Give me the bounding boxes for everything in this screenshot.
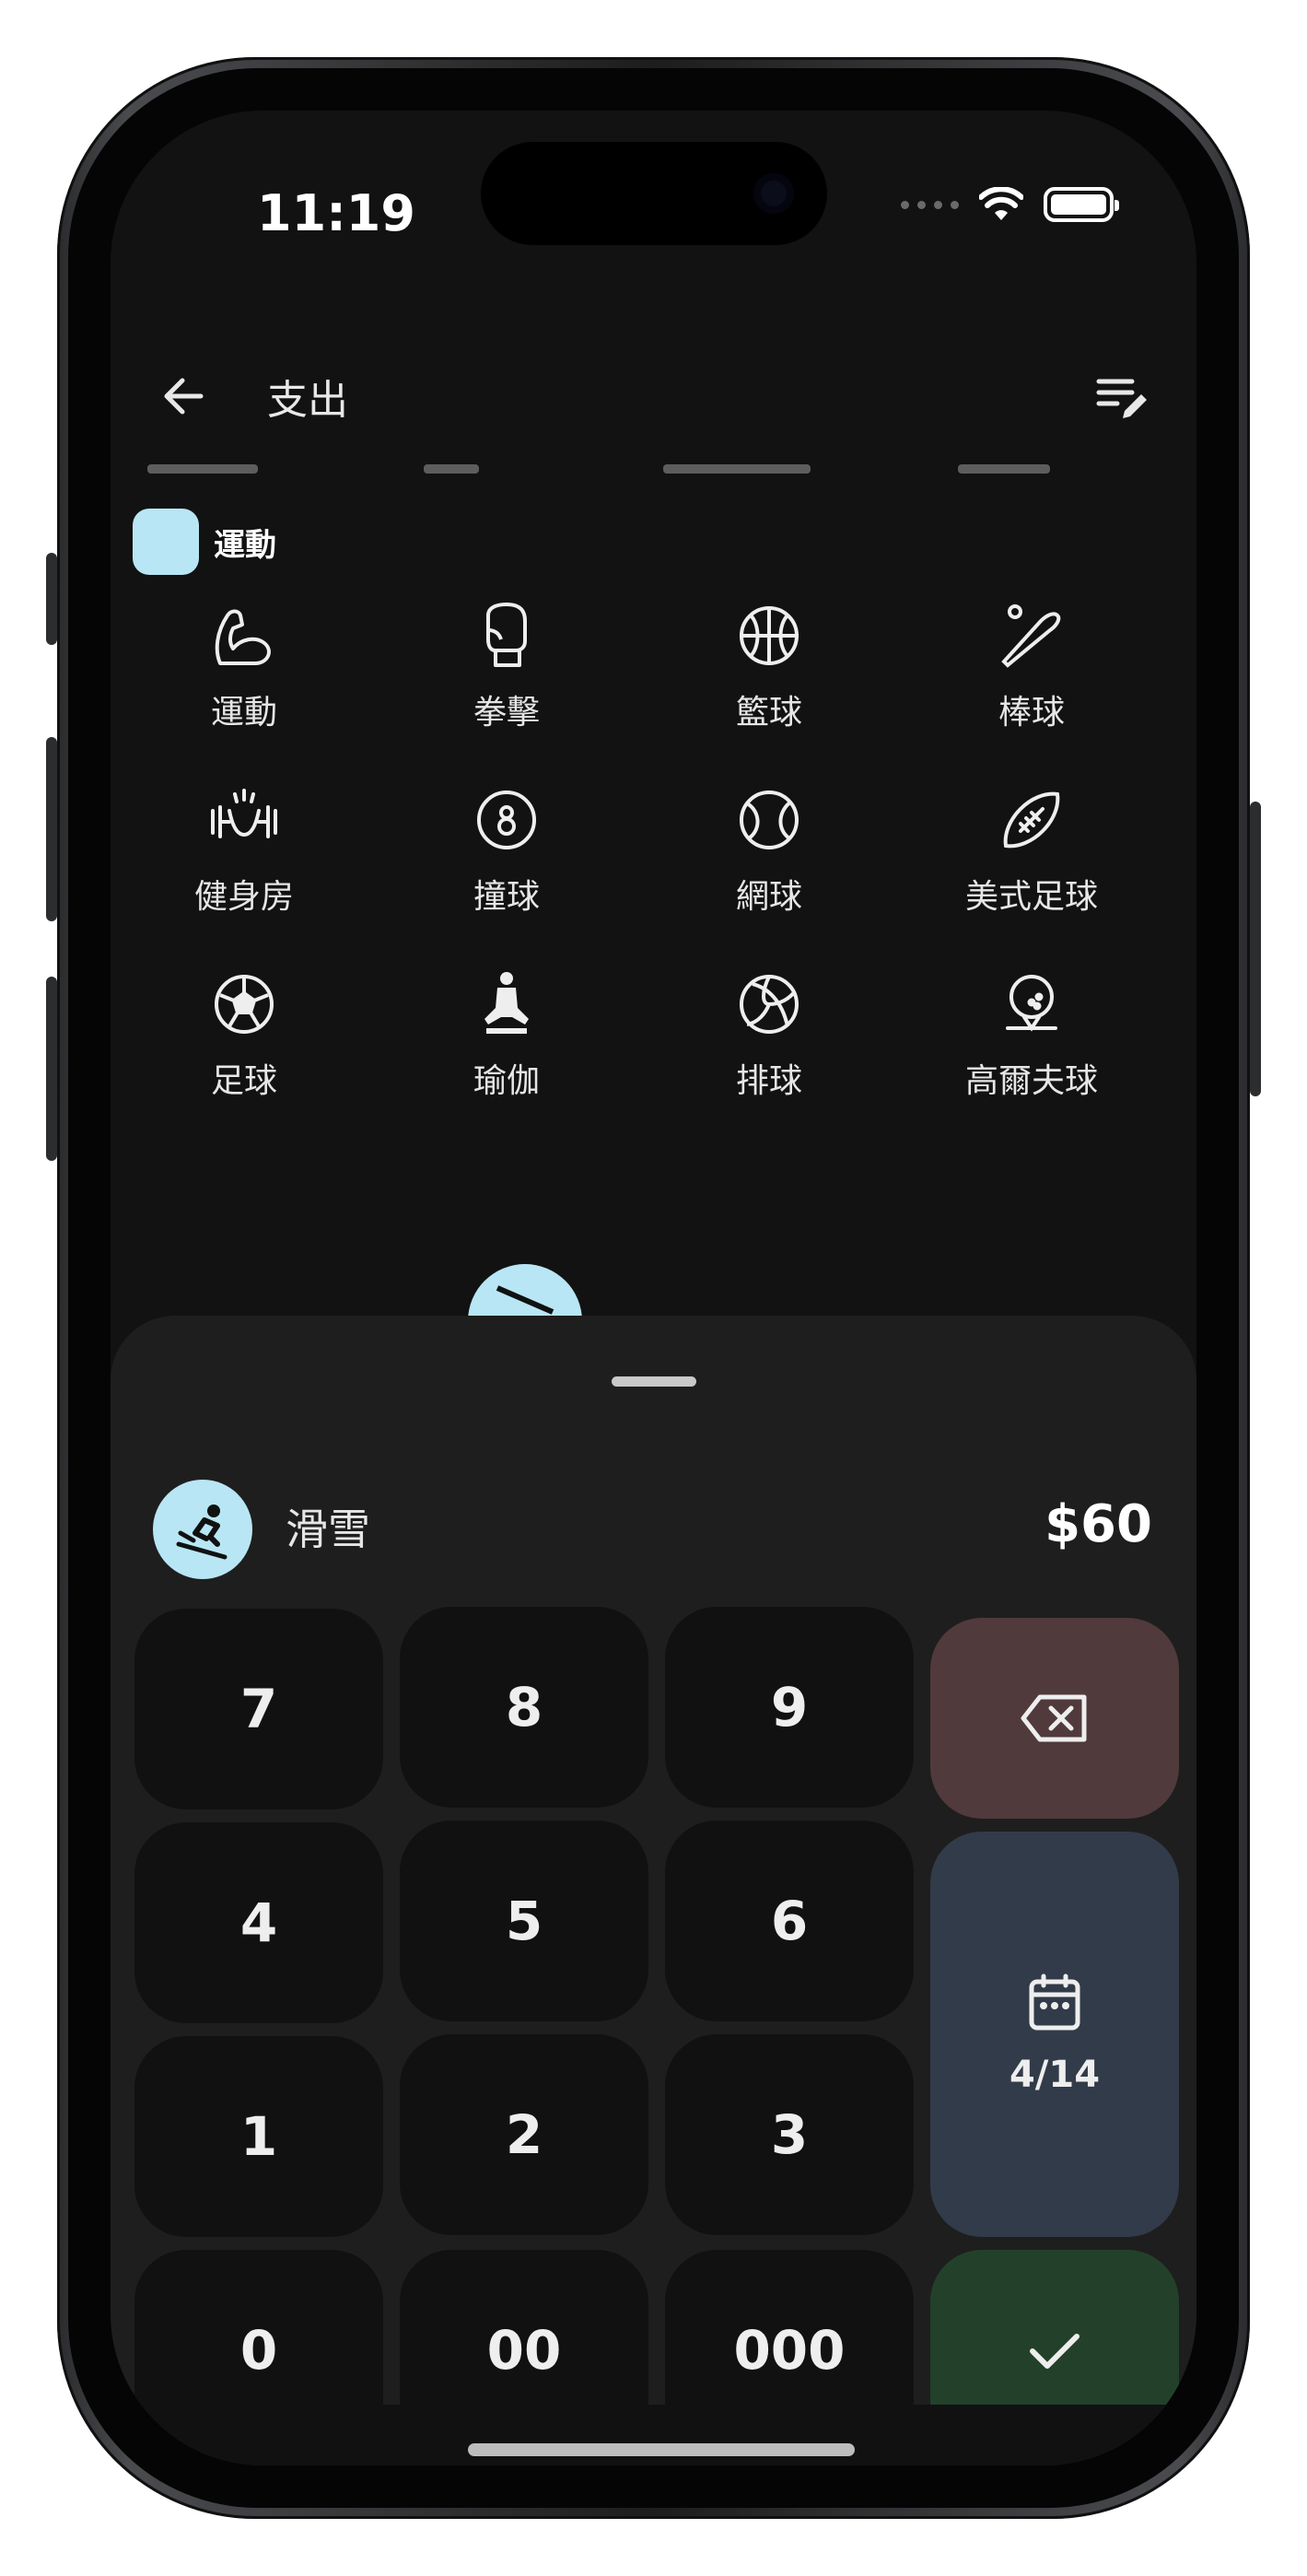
american-football-icon — [1003, 791, 1060, 849]
subcategory-item[interactable]: 棒球 — [898, 599, 1165, 733]
back-arrow-icon[interactable] — [157, 369, 212, 424]
checkmark-icon — [1030, 2334, 1079, 2369]
soccer-ball-icon — [215, 975, 274, 1034]
subcategory-label: 拳擊 — [473, 694, 540, 732]
selected-indicator — [468, 1264, 582, 1321]
subcategory-label: 撞球 — [473, 878, 540, 916]
key-3[interactable]: 3 — [665, 2034, 914, 2235]
page-title: 支出 — [267, 377, 348, 424]
battery-icon — [1044, 187, 1119, 222]
skiing-icon — [176, 1505, 228, 1560]
camera-icon — [753, 173, 794, 214]
sheet-drag-handle[interactable] — [612, 1376, 696, 1387]
subcategory-label: 網球 — [735, 878, 802, 916]
date-label: 4/14 — [1009, 2054, 1101, 2096]
subcategory-item[interactable]: 高爾夫球 — [898, 967, 1165, 1102]
status-time: 11:19 — [257, 184, 415, 242]
cut-off-label — [111, 463, 295, 485]
subcategory-label: 高爾夫球 — [964, 1062, 1098, 1100]
subcategory-label: 足球 — [210, 1062, 277, 1100]
status-indicators — [901, 177, 1119, 232]
calendar-icon — [1029, 1973, 1080, 2031]
subcategory-label: 瑜伽 — [473, 1062, 540, 1100]
golf-ball-icon — [1006, 975, 1057, 1032]
cut-off-label — [903, 463, 1087, 485]
yoga-icon — [484, 972, 529, 1034]
date-picker-button[interactable]: 4/14 — [930, 1832, 1179, 2237]
subcategory-item[interactable]: 足球 — [111, 967, 378, 1102]
subcategory-item[interactable]: 健身房 — [111, 783, 378, 918]
bottom-safe-area — [111, 2405, 1196, 2465]
cellular-signal-icon — [901, 200, 959, 209]
subcategory-label: 運動 — [210, 694, 277, 732]
selected-category-badge[interactable] — [153, 1480, 252, 1579]
subcategory-item[interactable]: 拳擊 — [373, 599, 640, 733]
amount-display: $60 — [1044, 1494, 1152, 1554]
tennis-ball-icon — [740, 790, 799, 849]
key-1[interactable]: 1 — [134, 2036, 383, 2237]
app-bar: 支出 — [111, 341, 1196, 451]
edit-list-icon[interactable] — [1093, 369, 1152, 427]
flexed-arm-icon — [215, 609, 271, 665]
volume-down-button — [46, 977, 57, 1161]
home-indicator[interactable] — [468, 2443, 855, 2456]
key-2[interactable]: 2 — [400, 2034, 648, 2235]
subcategory-label: 排球 — [735, 1062, 802, 1100]
subcategory-label: 健身房 — [193, 878, 294, 916]
volume-up-button — [46, 737, 57, 921]
screen: 11:19 支出 運動 運動 拳擊 籃球 棒球 健身房 撞球 網球 美式足球 足… — [111, 111, 1196, 2465]
weightlifting-icon — [211, 789, 277, 838]
amount-entry-sheet: 滑雪 $60 7 8 9 4 5 6 4/14 1 2 3 0 00 000 — [111, 1316, 1196, 2465]
subcategory-item[interactable]: 排球 — [636, 967, 903, 1102]
power-button — [1250, 802, 1261, 1096]
category-title: 運動 — [214, 526, 276, 564]
dynamic-island — [481, 142, 827, 245]
volleyball-icon — [740, 975, 799, 1034]
subcategory-item[interactable]: 美式足球 — [898, 783, 1165, 918]
key-6[interactable]: 6 — [665, 1821, 914, 2021]
key-8[interactable]: 8 — [400, 1607, 648, 1808]
category-header: 運動 — [133, 509, 276, 575]
subcategory-label: 美式足球 — [964, 878, 1098, 916]
subcategory-item[interactable]: 運動 — [111, 599, 378, 733]
key-5[interactable]: 5 — [400, 1821, 648, 2021]
billiards-8-ball-icon — [477, 790, 536, 849]
key-9[interactable]: 9 — [665, 1607, 914, 1808]
subcategory-label: 棒球 — [998, 694, 1065, 732]
subcategory-item[interactable]: 撞球 — [373, 783, 640, 918]
backspace-icon — [1021, 1694, 1087, 1742]
key-4[interactable]: 4 — [134, 1822, 383, 2023]
subcategory-item[interactable]: 瑜伽 — [373, 967, 640, 1102]
basketball-icon — [740, 606, 799, 665]
selected-category-name: 滑雪 — [286, 1505, 370, 1554]
wifi-icon — [979, 187, 1023, 220]
subcategory-label: 籃球 — [735, 694, 802, 732]
subcategory-item[interactable]: 網球 — [636, 783, 903, 918]
action-button — [46, 553, 57, 645]
baseball-bat-icon — [1001, 604, 1061, 668]
cut-off-label — [359, 463, 543, 485]
key-7[interactable]: 7 — [134, 1609, 383, 1809]
subcategory-item[interactable]: 籃球 — [636, 599, 903, 733]
category-color-swatch — [133, 509, 199, 575]
cut-off-label — [645, 463, 829, 485]
backspace-button[interactable] — [930, 1618, 1179, 1819]
boxing-glove-icon — [486, 603, 527, 667]
